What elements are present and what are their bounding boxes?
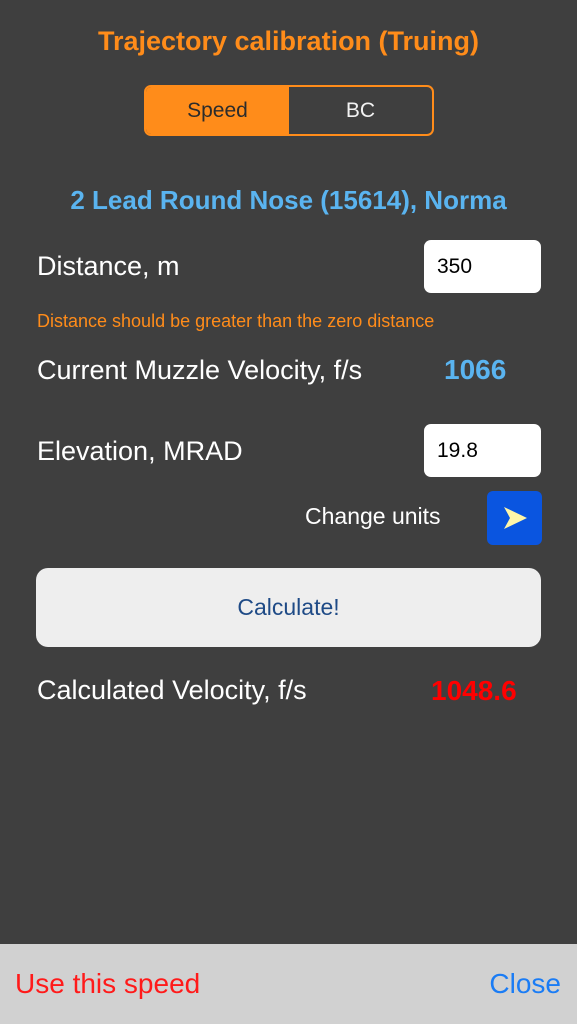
distance-label: Distance, m: [37, 251, 180, 281]
page-title: Trajectory calibration (Truing): [97, 26, 480, 56]
elevation-input[interactable]: 19.8: [424, 424, 541, 477]
muzzle-velocity-label: Current Muzzle Velocity, f/s: [37, 355, 363, 385]
elevation-label: Elevation, MRAD: [37, 436, 243, 466]
close-button[interactable]: Close: [489, 968, 561, 1000]
play-arrow-icon: [503, 507, 527, 529]
mode-segmented-control[interactable]: Speed BC: [144, 85, 434, 136]
change-units-label: Change units: [305, 503, 441, 529]
calculate-button[interactable]: Calculate!: [36, 568, 541, 647]
use-speed-button[interactable]: Use this speed: [15, 968, 200, 1000]
ammo-name: 2 Lead Round Nose (15614), Norma: [70, 185, 507, 215]
muzzle-velocity-value: 1066: [444, 354, 507, 385]
calculated-velocity-value: 1048.6: [431, 675, 517, 706]
bottom-toolbar: Use this speed Close: [0, 944, 577, 1024]
calculated-velocity-label: Calculated Velocity, f/s: [37, 675, 307, 705]
distance-warning: Distance should be greater than the zero…: [37, 311, 435, 331]
distance-input[interactable]: 350: [424, 240, 541, 293]
segment-bc[interactable]: BC: [289, 87, 432, 134]
change-units-button[interactable]: [487, 491, 542, 545]
segment-speed[interactable]: Speed: [146, 87, 289, 134]
